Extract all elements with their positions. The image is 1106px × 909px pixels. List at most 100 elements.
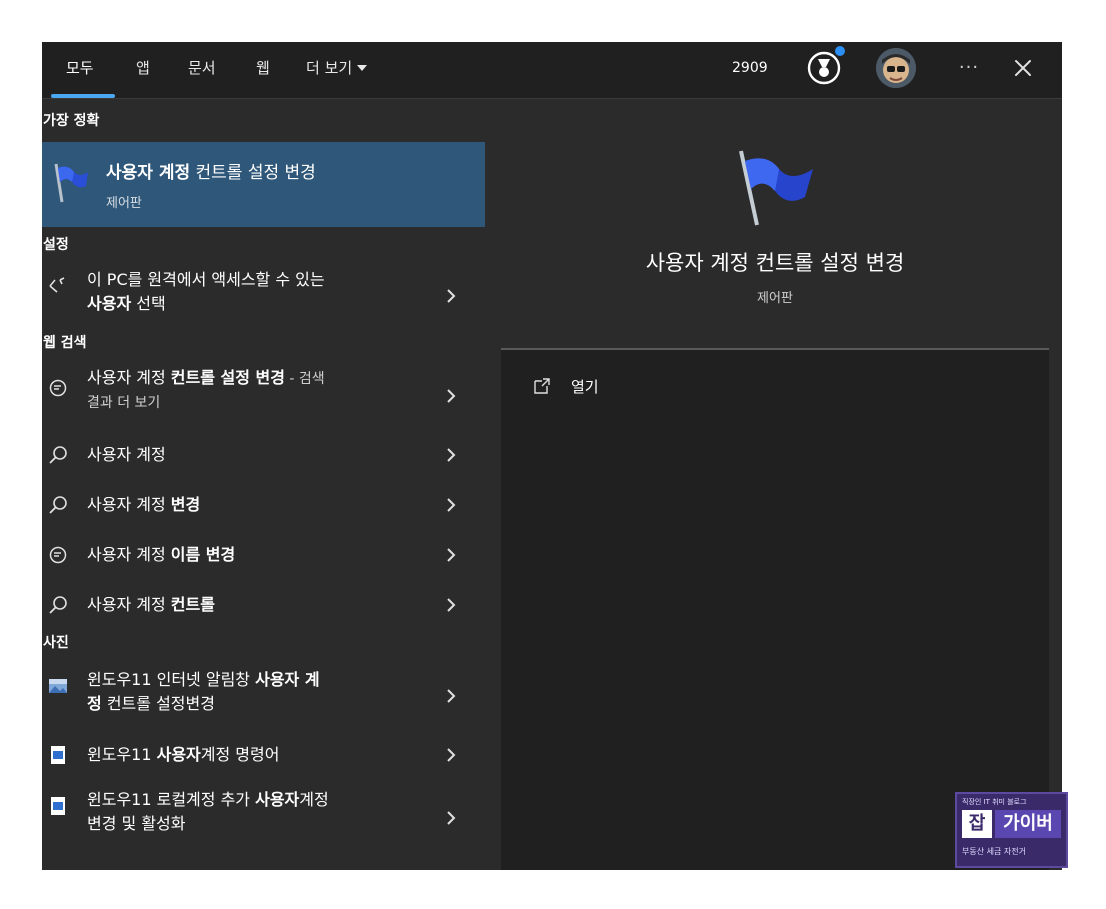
chevron-right-icon	[447, 498, 456, 512]
best-match-title-rest: 컨트롤 설정 변경	[190, 163, 316, 183]
tab-more[interactable]: 더 보기	[306, 56, 368, 80]
list-item-bold: 정	[87, 694, 102, 713]
list-item-pre: 사용자 계정	[87, 445, 166, 464]
bing-search-icon	[49, 379, 67, 397]
list-item-label: 사용자 계정 이름 변경	[87, 543, 417, 567]
search-icon	[49, 446, 67, 464]
open-label: 열기	[571, 378, 599, 396]
best-match-item[interactable]: 사용자 계정 컨트롤 설정 변경 제어판	[42, 142, 485, 227]
chevron-down-icon	[357, 64, 368, 71]
list-item-web-4[interactable]: 사용자 계정 컨트롤	[42, 582, 485, 628]
list-item-label: 윈도우11 인터넷 알림창 사용자 계 정 컨트롤 설정변경	[87, 668, 417, 716]
chevron-right-icon	[447, 748, 456, 762]
section-web-search: 웹 검색	[43, 335, 87, 351]
list-item-bold: 컨트롤	[170, 595, 215, 614]
tab-more-label: 더 보기	[306, 59, 353, 77]
list-item-web-1[interactable]: 사용자 계정	[42, 432, 485, 478]
chevron-right-icon	[447, 448, 456, 462]
image-file-icon	[49, 679, 67, 693]
list-item-pre: 윈도우11	[87, 745, 157, 764]
list-item-line2: 사용자 선택	[87, 292, 417, 316]
detail-subtitle: 제어판	[757, 291, 793, 306]
watermark-top-text: 직장인 IT 취미 블로그	[962, 798, 1027, 806]
watermark-logo: 직장인 IT 취미 블로그 잡 가이버 부동산 세금 자전거	[955, 792, 1068, 868]
active-tab-indicator	[51, 94, 115, 98]
list-item-web-2[interactable]: 사용자 계정 변경	[42, 482, 485, 528]
list-item-line1: 이 PC를 원격에서 액세스할 수 있는	[87, 270, 325, 289]
list-item-line1: 윈도우11 로컬계정 추가 사용자계정	[87, 788, 417, 812]
list-item-sub: 결과 더 보기	[87, 395, 161, 411]
best-match-title: 사용자 계정 컨트롤 설정 변경	[106, 158, 316, 183]
chevron-right-icon	[447, 389, 456, 403]
list-item-photo-1[interactable]: 윈도우11 사용자계정 명령어	[42, 732, 485, 778]
list-item-pre: 윈도우11 인터넷 알림창	[87, 670, 256, 689]
document-file-icon	[51, 797, 65, 815]
list-item-bold: 변경	[170, 495, 201, 514]
tab-documents[interactable]: 문서	[188, 56, 216, 80]
list-item-remote-access[interactable]: 이 PC를 원격에서 액세스할 수 있는 사용자 선택	[42, 262, 485, 326]
list-item-pre: 사용자 계정	[87, 495, 171, 514]
list-item-post: 계정 명령어	[200, 745, 280, 764]
list-item-label: 사용자 계정	[87, 443, 417, 467]
bing-search-icon	[49, 546, 67, 564]
list-item-line2: 변경 및 활성화	[87, 814, 186, 833]
list-item-bold: 컨트롤 설정 변경	[170, 368, 285, 387]
list-item-line1: 윈도우11 인터넷 알림창 사용자 계	[87, 668, 417, 692]
search-icon	[49, 596, 67, 614]
list-item-post: 계정	[299, 790, 329, 809]
chevron-right-icon	[447, 548, 456, 562]
search-header: 모두 앱 문서 웹 더 보기 2909 ···	[42, 42, 1062, 99]
watermark-badge: 잡	[962, 810, 992, 838]
watermark-bottom-text: 부동산 세금 자전거	[962, 847, 1026, 856]
more-options-button[interactable]: ···	[954, 54, 984, 82]
list-item-bold: 사용자	[156, 745, 201, 764]
chevron-right-icon	[447, 811, 456, 825]
list-item-bold: 사용자	[87, 294, 132, 313]
tab-apps[interactable]: 앱	[136, 56, 150, 80]
list-item-photo-2[interactable]: 윈도우11 로컬계정 추가 사용자계정 변경 및 활성화	[42, 782, 485, 852]
search-window: 모두 앱 문서 웹 더 보기 2909 ··· 가장 정확 사용자 계정 컨트롤…	[42, 42, 1062, 870]
list-item-label: 사용자 계정 변경	[87, 493, 417, 517]
results-list: 가장 정확 사용자 계정 컨트롤 설정 변경 제어판 설정 이 PC를 원격에서…	[42, 100, 485, 870]
remote-access-icon	[49, 277, 65, 293]
open-button[interactable]: 열기	[533, 375, 653, 399]
detail-header: 사용자 계정 컨트롤 설정 변경 제어판	[501, 117, 1049, 350]
list-item-rest: 선택	[131, 294, 166, 313]
list-item-pre: 사용자 계정	[87, 545, 171, 564]
best-match-subtitle: 제어판	[106, 196, 142, 211]
list-item-web-3[interactable]: 사용자 계정 이름 변경	[42, 532, 485, 578]
list-item-photo-0[interactable]: 윈도우11 인터넷 알림창 사용자 계 정 컨트롤 설정변경	[42, 662, 485, 728]
avatar-image	[876, 48, 916, 88]
document-file-icon	[51, 746, 65, 764]
close-icon[interactable]	[1008, 53, 1038, 83]
uac-flag-icon	[739, 150, 813, 226]
rewards-points: 2909	[732, 60, 768, 76]
tab-all[interactable]: 모두	[66, 56, 94, 80]
list-item-web-0[interactable]: 사용자 계정 컨트롤 설정 변경 - 검색 결과 더 보기	[42, 362, 485, 428]
section-best-match: 가장 정확	[43, 113, 100, 129]
best-match-title-bold: 사용자 계정	[106, 163, 191, 183]
list-item-pre: 사용자 계정	[87, 368, 171, 387]
list-item-label: 사용자 계정 컨트롤 설정 변경 - 검색 결과 더 보기	[87, 366, 417, 415]
section-photos: 사진	[43, 635, 69, 651]
list-item-pre: 사용자 계정	[87, 595, 171, 614]
list-item-label: 윈도우11 사용자계정 명령어	[87, 743, 417, 767]
list-item-label: 이 PC를 원격에서 액세스할 수 있는 사용자 선택	[87, 268, 417, 316]
list-item-bold: 이름 변경	[170, 545, 236, 564]
rewards-medal-icon[interactable]	[806, 50, 842, 86]
tab-web[interactable]: 웹	[256, 56, 270, 80]
list-item-pre: 윈도우11 로컬계정 추가	[87, 790, 256, 809]
chevron-right-icon	[447, 598, 456, 612]
section-settings: 설정	[43, 237, 69, 253]
list-item-line2: 정 컨트롤 설정변경	[87, 692, 417, 716]
chevron-right-icon	[447, 289, 456, 303]
list-item-line1: 사용자 계정 컨트롤 설정 변경 - 검색	[87, 366, 417, 391]
open-external-icon	[534, 378, 550, 394]
list-item-bold: 사용자 계	[255, 670, 320, 689]
uac-flag-icon	[54, 163, 88, 203]
detail-title: 사용자 계정 컨트롤 설정 변경	[645, 251, 905, 275]
list-item-bold: 사용자	[255, 790, 300, 809]
watermark-main-text: 가이버	[995, 810, 1061, 838]
list-item-post: - 검색	[284, 371, 325, 387]
avatar[interactable]	[876, 48, 916, 88]
